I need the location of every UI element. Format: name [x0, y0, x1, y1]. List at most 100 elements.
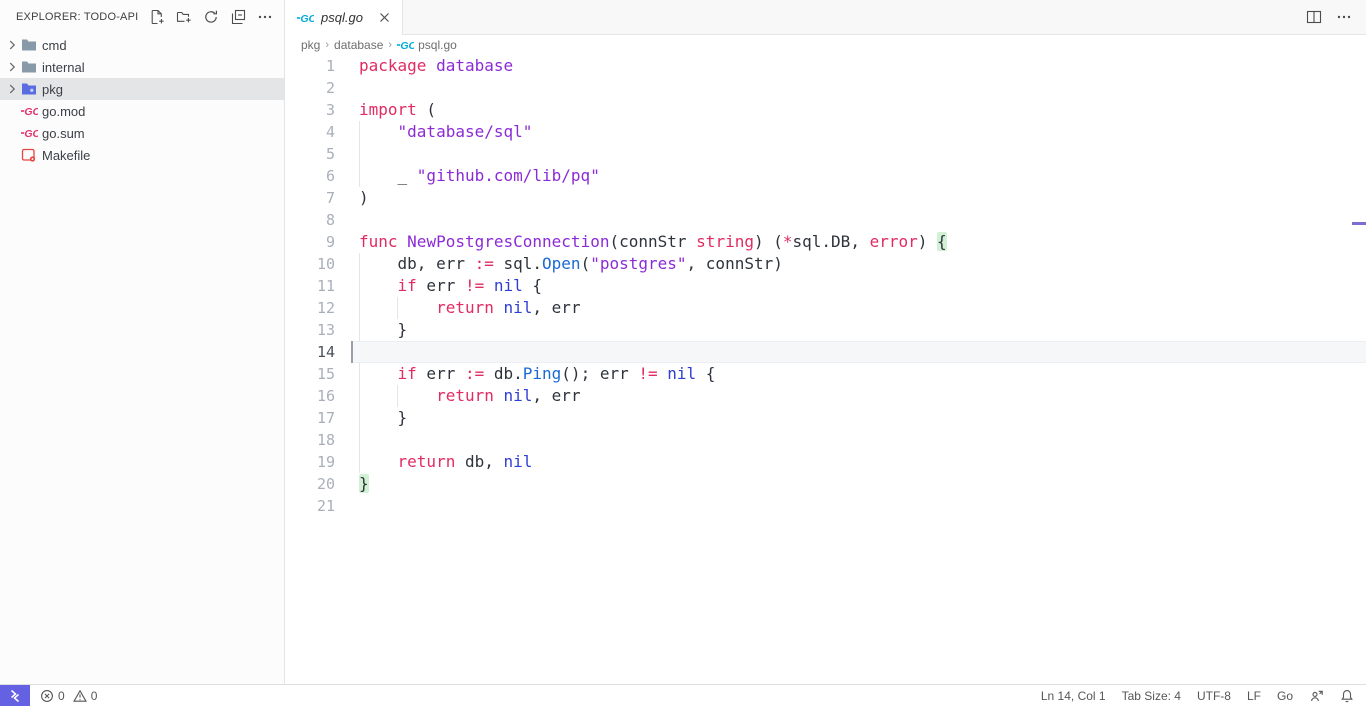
code-line[interactable]: 7)	[285, 187, 1366, 209]
explorer-item-label: Makefile	[42, 148, 90, 163]
code-line[interactable]: 14	[285, 341, 1366, 363]
code-line[interactable]: 6 _ "github.com/lib/pq"	[285, 165, 1366, 187]
new-folder-button[interactable]	[175, 8, 193, 26]
editor-group: GO psql.go pkg›database›GOpsql.go 1packa…	[285, 0, 1366, 684]
explorer-actions	[148, 8, 274, 26]
line-number: 2	[285, 77, 335, 99]
feedback-button[interactable]	[1301, 689, 1332, 703]
status-language[interactable]: Go	[1269, 689, 1301, 703]
status-eol[interactable]: LF	[1239, 689, 1269, 703]
folder-gray-icon	[20, 38, 38, 52]
explorer-title: EXPLORER: TODO-API	[16, 11, 138, 23]
explorer-item-go-sum[interactable]: GOgo.sum	[0, 122, 284, 144]
indent-guide	[359, 143, 360, 165]
line-number: 1	[285, 55, 335, 77]
code-text: return nil, err	[359, 385, 581, 407]
line-number: 4	[285, 121, 335, 143]
code-text: "database/sql"	[359, 121, 532, 143]
split-editor-button[interactable]	[1306, 9, 1322, 25]
code-text: if err := db.Ping(); err != nil {	[359, 363, 715, 385]
code-line[interactable]: 20}	[285, 473, 1366, 495]
makefile-red-icon	[20, 148, 38, 163]
bell-icon	[1340, 689, 1354, 703]
refresh-explorer-button[interactable]	[202, 8, 220, 26]
status-tab-size[interactable]: Tab Size: 4	[1114, 689, 1189, 703]
code-text: package database	[359, 55, 513, 77]
explorer-item-cmd[interactable]: cmd	[0, 34, 284, 56]
folder-gray-icon	[20, 60, 38, 74]
line-number: 5	[285, 143, 335, 165]
remote-indicator[interactable]	[0, 685, 30, 706]
breadcrumb-item-database[interactable]: database	[334, 38, 383, 52]
code-line[interactable]: 8	[285, 209, 1366, 231]
close-icon[interactable]	[377, 10, 392, 25]
new-file-button[interactable]	[148, 8, 166, 26]
explorer-item-go-mod[interactable]: GO go.mod	[0, 100, 284, 122]
go-file-icon: GO	[297, 12, 314, 24]
line-number: 18	[285, 429, 335, 451]
explorer-sidebar: EXPLORER: TODO-API cmdinternalpkg GO go.mo…	[0, 0, 285, 684]
go-pink-icon: GO	[20, 105, 38, 117]
status-cursor-position[interactable]: Ln 14, Col 1	[1033, 689, 1114, 703]
code-line[interactable]: 4 "database/sql"	[285, 121, 1366, 143]
code-text: }	[359, 407, 407, 429]
code-line[interactable]: 16 return nil, err	[285, 385, 1366, 407]
line-number: 17	[285, 407, 335, 429]
line-number: 21	[285, 495, 335, 517]
code-line[interactable]: 18	[285, 429, 1366, 451]
breadcrumb-separator: ›	[325, 39, 329, 51]
code-text: )	[359, 187, 369, 209]
error-icon	[40, 689, 54, 703]
code-text: if err != nil {	[359, 275, 542, 297]
line-number: 6	[285, 165, 335, 187]
problems-indicator[interactable]: 0 0	[40, 689, 97, 703]
code-line[interactable]: 19 return db, nil	[285, 451, 1366, 473]
ellipsis-icon	[1336, 9, 1352, 25]
ellipsis-icon	[257, 9, 273, 25]
explorer-item-label: go.mod	[42, 104, 85, 119]
new-file-icon	[149, 9, 165, 25]
tab-label: psql.go	[321, 10, 363, 25]
notifications-button[interactable]	[1332, 689, 1366, 703]
more-actions-button[interactable]	[256, 8, 274, 26]
code-text: return db, nil	[359, 451, 532, 473]
line-number: 15	[285, 363, 335, 385]
breadcrumb-item-pkg[interactable]: pkg	[301, 38, 320, 52]
code-line[interactable]: 17 }	[285, 407, 1366, 429]
code-editor[interactable]: 1 package database 23import (4 "database/s…	[285, 55, 1366, 684]
breadcrumb-separator: ›	[388, 39, 392, 51]
code-line[interactable]: 21	[285, 495, 1366, 517]
editor-more-actions-button[interactable]	[1336, 9, 1352, 25]
explorer-item-Makefile[interactable]: Makefile	[0, 144, 284, 166]
file-tree: cmdinternalpkg GO go.mod GOgo.sum Makefile	[0, 34, 284, 684]
tab-psql-go[interactable]: GO psql.go	[285, 0, 403, 35]
code-line[interactable]: 3import (	[285, 99, 1366, 121]
tab-bar: GO psql.go	[285, 0, 1366, 35]
code-text: return nil, err	[359, 297, 581, 319]
explorer-item-internal[interactable]: internal	[0, 56, 284, 78]
code-text: _ "github.com/lib/pq"	[359, 165, 600, 187]
code-line[interactable]: 5	[285, 143, 1366, 165]
explorer-item-pkg[interactable]: pkg	[0, 78, 284, 100]
warning-icon	[73, 689, 87, 703]
breadcrumb: pkg › database › GOpsql.go	[285, 35, 1366, 55]
code-line[interactable]: 13 }	[285, 319, 1366, 341]
explorer-header: EXPLORER: TODO-API	[0, 0, 284, 34]
line-number: 19	[285, 451, 335, 473]
chevron-right-icon	[4, 38, 20, 52]
line-number: 8	[285, 209, 335, 231]
error-count: 0	[58, 689, 65, 703]
code-line[interactable]: 11 if err != nil {	[285, 275, 1366, 297]
status-encoding[interactable]: UTF-8	[1189, 689, 1239, 703]
code-line[interactable]: 12 return nil, err	[285, 297, 1366, 319]
line-number: 12	[285, 297, 335, 319]
code-line[interactable]: 15 if err := db.Ping(); err != nil {	[285, 363, 1366, 385]
code-line[interactable]: 2	[285, 77, 1366, 99]
code-line[interactable]: 1 package database	[285, 55, 1366, 77]
line-number: 3	[285, 99, 335, 121]
breadcrumb-item-psql-go[interactable]: GOpsql.go	[397, 38, 457, 52]
code-line[interactable]: 10 db, err := sql.Open("postgres", connS…	[285, 253, 1366, 275]
code-line[interactable]: 9func NewPostgresConnection(connStr stri…	[285, 231, 1366, 253]
line-number: 10	[285, 253, 335, 275]
collapse-folders-button[interactable]	[229, 8, 247, 26]
